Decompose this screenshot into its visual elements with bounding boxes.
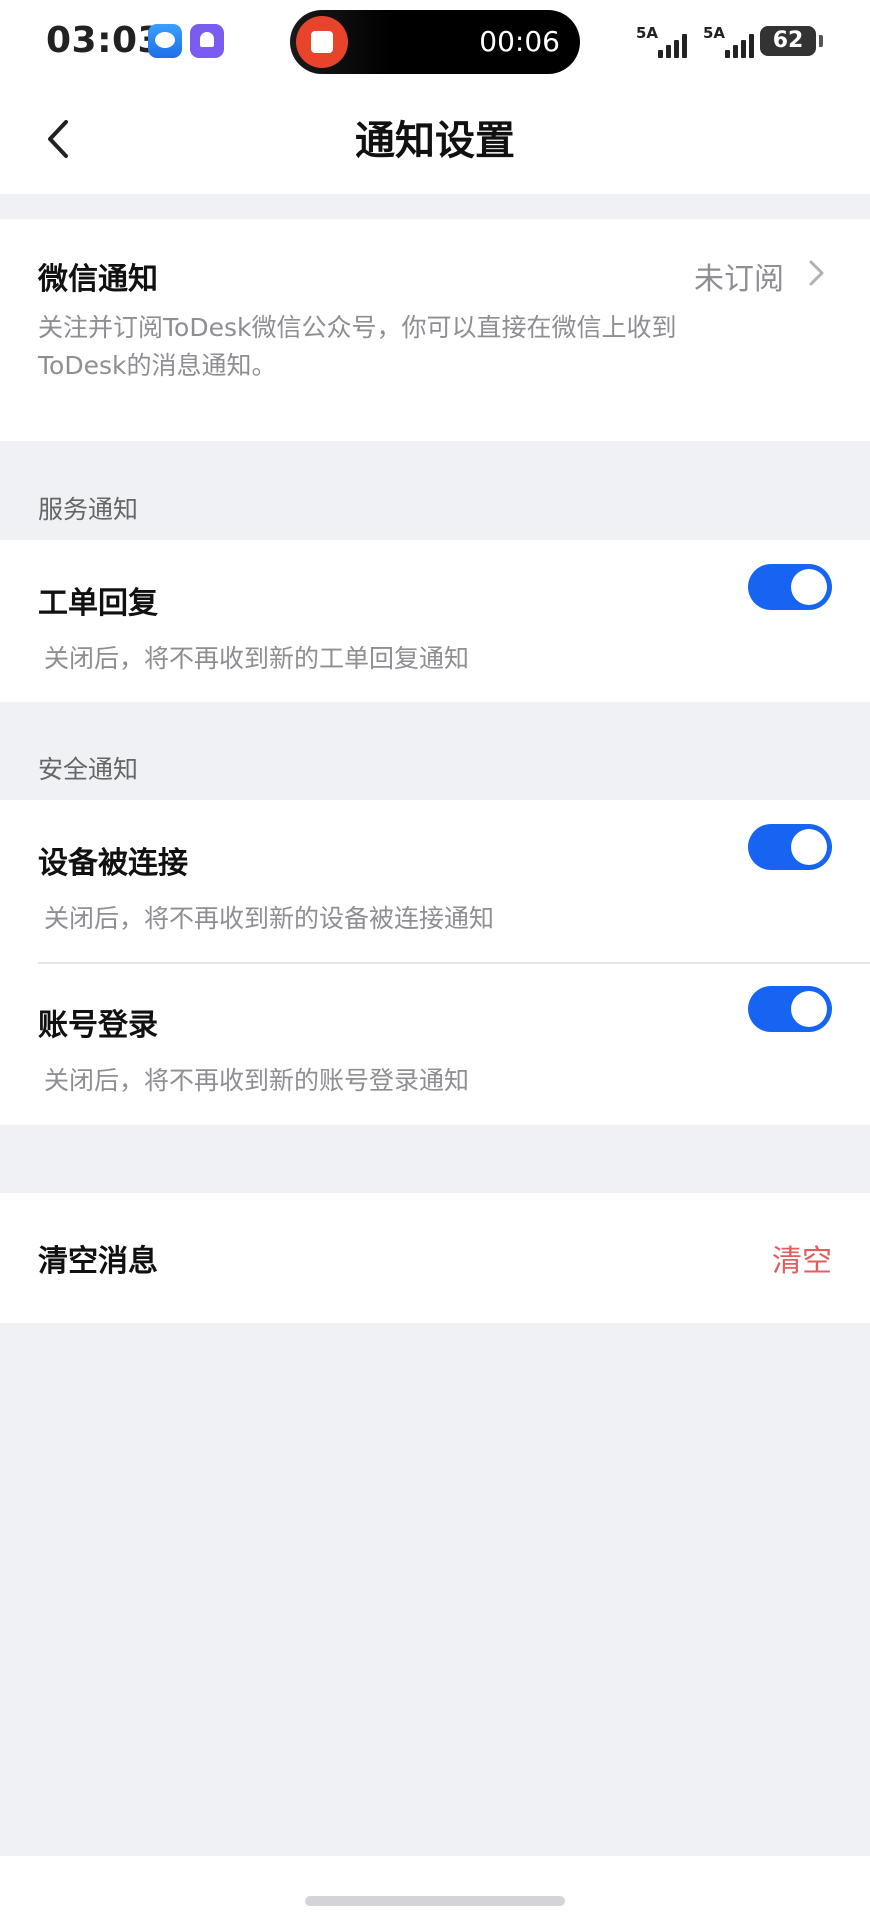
navigation-bar: 通知设置	[0, 84, 870, 194]
wechat-notification-description-line2: ToDesk的消息通知。	[38, 351, 277, 380]
wechat-notification-title: 微信通知	[38, 262, 158, 297]
network-type-label: 5A	[636, 24, 659, 42]
network-type-label: 5A	[703, 24, 726, 42]
account-login-title: 账号登录	[38, 1008, 158, 1043]
cellular-signal-1: 5A	[636, 24, 696, 58]
row-divider	[38, 962, 870, 964]
security-notification-card: 设备被连接 关闭后，将不再收到新的设备被连接通知 账号登录 关闭后，将不再收到新…	[0, 800, 870, 1125]
account-login-description: 关闭后，将不再收到新的账号登录通知	[44, 1066, 470, 1095]
wechat-notification-description-line1: 关注并订阅ToDesk微信公众号，你可以直接在微信上收到	[38, 313, 677, 342]
home-indicator[interactable]	[305, 1896, 565, 1906]
status-bar: 03:03 00:06 5A 5A 62	[0, 0, 870, 84]
device-connected-description: 关闭后，将不再收到新的设备被连接通知	[44, 904, 495, 933]
status-clock: 03:03	[46, 20, 164, 61]
chevron-right-icon	[809, 260, 824, 286]
work-order-reply-toggle[interactable]	[748, 564, 832, 610]
clear-button[interactable]: 清空	[772, 1236, 832, 1280]
notification-settings-page: 03:03 00:06 5A 5A 62 通知设置 微信通知 关注并订阅ToDe…	[0, 0, 870, 1920]
clear-messages-card: 清空消息 清空	[0, 1193, 870, 1323]
work-order-reply-title: 工单回复	[38, 586, 158, 621]
cellular-signal-2: 5A	[703, 24, 763, 58]
battery-icon: 62	[760, 26, 823, 56]
clear-messages-title: 清空消息	[38, 1244, 158, 1279]
work-order-reply-card: 工单回复 关闭后，将不再收到新的工单回复通知	[0, 540, 870, 702]
bell-app-icon	[190, 24, 224, 58]
page-title: 通知设置	[355, 118, 515, 164]
work-order-reply-description: 关闭后，将不再收到新的工单回复通知	[44, 644, 470, 673]
device-connected-toggle[interactable]	[748, 824, 832, 870]
wechat-subscription-status[interactable]: 未订阅	[694, 254, 784, 298]
toggle-knob	[791, 991, 827, 1027]
bottom-safe-area	[0, 1856, 870, 1920]
screen-recording-pill[interactable]: 00:06	[290, 10, 580, 74]
device-connected-title: 设备被连接	[38, 846, 188, 881]
security-section-label: 安全通知	[38, 755, 139, 784]
battery-level: 62	[772, 28, 804, 53]
toggle-knob	[791, 569, 827, 605]
recording-timer: 00:06	[479, 25, 560, 58]
stop-recording-icon[interactable]	[296, 16, 348, 68]
wechat-notification-card[interactable]: 微信通知 关注并订阅ToDesk微信公众号，你可以直接在微信上收到 ToDesk…	[0, 219, 870, 441]
toggle-knob	[791, 829, 827, 865]
service-section-label: 服务通知	[38, 495, 139, 524]
account-login-toggle[interactable]	[748, 986, 832, 1032]
message-app-icon	[148, 24, 182, 58]
